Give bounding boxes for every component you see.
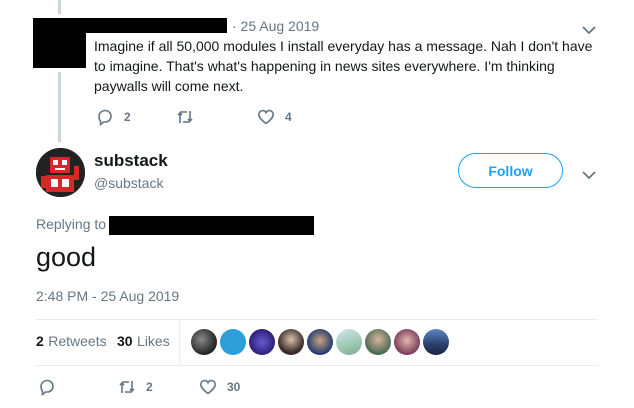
prev-reply-count: 2 <box>124 110 131 124</box>
tweet-timestamp[interactable]: 2:48 PM - 25 Aug 2019 <box>36 288 179 304</box>
likes-label: Likes <box>137 333 170 349</box>
author-name[interactable]: substack <box>94 151 168 171</box>
prev-tweet-text: Imagine if all 50,000 modules I install … <box>94 38 593 94</box>
like-action[interactable]: 30 <box>199 378 240 396</box>
retweet-icon <box>119 381 135 393</box>
author-handle[interactable]: @substack <box>94 175 163 191</box>
stats-bottom-divider <box>36 365 598 366</box>
thread-line-top <box>58 0 61 14</box>
retweets-count: 2 <box>36 333 44 349</box>
reply-icon <box>98 109 112 126</box>
main-tweet-text: good <box>36 242 97 272</box>
likes-stat[interactable]: 30 Likes <box>117 333 170 351</box>
prev-like-count: 4 <box>285 110 292 124</box>
likes-count: 30 <box>117 333 133 349</box>
replying-to-label: Replying to <box>36 216 107 232</box>
follow-button[interactable]: Follow <box>458 153 563 188</box>
substack-avatar-illustration <box>36 148 85 197</box>
liker-avatar-3[interactable] <box>249 329 275 355</box>
stats-top-divider <box>36 319 598 320</box>
retweet-icon <box>177 111 193 123</box>
redacted-author-name <box>33 18 227 33</box>
chevron-down-icon <box>582 171 596 180</box>
prev-tweet-more-chevron[interactable] <box>582 22 596 35</box>
main-tweet-more-chevron[interactable] <box>582 167 596 180</box>
liker-avatar-5[interactable] <box>307 329 333 355</box>
thread-line-bottom <box>58 72 61 142</box>
like-count: 30 <box>227 380 241 394</box>
heart-icon <box>199 379 217 395</box>
retweets-label: Retweets <box>48 333 107 349</box>
reply-icon <box>40 379 54 396</box>
liker-avatar-6[interactable] <box>336 329 362 355</box>
avatar[interactable] <box>36 148 85 197</box>
prev-reply-action[interactable]: 2 <box>96 108 131 126</box>
stats-vertical-divider <box>179 320 180 364</box>
liker-avatar-2[interactable] <box>220 329 246 355</box>
reply-action[interactable] <box>38 378 66 396</box>
prev-tweet-date[interactable]: · 25 Aug 2019 <box>232 18 319 34</box>
chevron-down-icon <box>582 26 596 35</box>
retweet-action[interactable]: 2 <box>118 378 153 396</box>
liker-avatar-1[interactable] <box>191 329 217 355</box>
redacted-replying-to-handle <box>109 216 314 235</box>
liker-avatar-8[interactable] <box>394 329 420 355</box>
liker-avatar-4[interactable] <box>278 329 304 355</box>
prev-like-action[interactable]: 4 <box>257 108 292 126</box>
liker-avatar-7[interactable] <box>365 329 391 355</box>
heart-icon <box>257 109 275 125</box>
prev-retweet-action[interactable] <box>176 108 204 126</box>
retweets-stat[interactable]: 2 Retweets <box>36 333 107 351</box>
retweet-count: 2 <box>146 380 153 394</box>
liker-avatar-9[interactable] <box>423 329 449 355</box>
